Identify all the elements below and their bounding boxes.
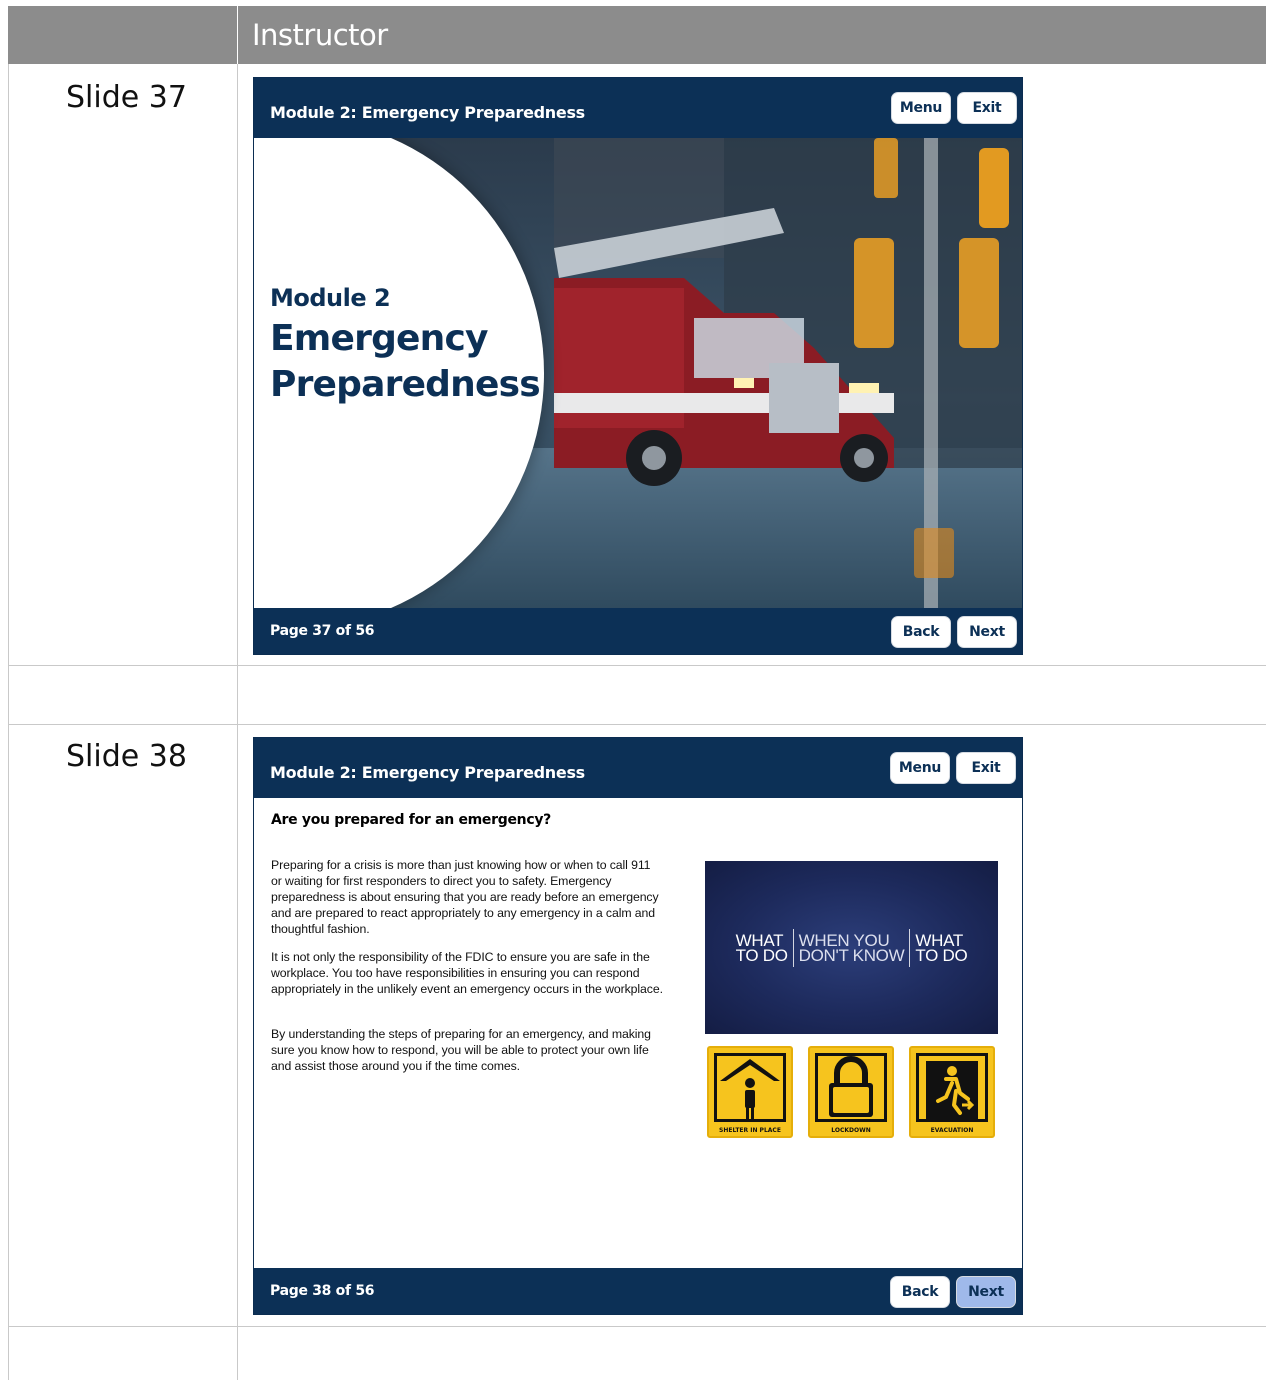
table-header-row	[8, 6, 1266, 64]
menu-button[interactable]: Menu	[891, 92, 951, 124]
video-title-left: WHAT TO DO	[735, 931, 788, 965]
hero-module-number: Module 2	[270, 284, 391, 312]
page-indicator: Page 37 of 56	[270, 623, 375, 639]
menu-button[interactable]: Menu	[890, 752, 950, 784]
video-title-right: WHAT TO DO	[915, 931, 968, 965]
slide-top-bar: Module 2: Emergency Preparedness Menu Ex…	[254, 738, 1022, 798]
row-divider	[8, 665, 1266, 666]
exit-button[interactable]: Exit	[957, 92, 1017, 124]
sign-label-shelter: SHELTER IN PLACE	[719, 1127, 781, 1134]
row-divider	[8, 724, 1266, 725]
table-column-divider	[237, 64, 238, 1380]
lockdown-sign: LOCKDOWN	[808, 1046, 894, 1138]
question-heading: Are you prepared for an emergency?	[271, 812, 551, 828]
row-divider	[8, 1326, 1266, 1327]
slide-label-37: Slide 37	[66, 80, 187, 115]
exit-button[interactable]: Exit	[956, 752, 1016, 784]
module-title: Module 2: Emergency Preparedness	[270, 103, 585, 122]
paragraph-3: By understanding the steps of preparing …	[271, 1027, 651, 1073]
header-divider	[237, 6, 238, 64]
page-indicator: Page 38 of 56	[270, 1283, 375, 1299]
hero-title: Module 2 Emergency Preparedness	[270, 284, 541, 408]
next-button[interactable]: Next	[956, 1276, 1016, 1308]
video-title-divider	[792, 929, 794, 967]
shelter-in-place-sign: SHELTER IN PLACE	[707, 1046, 793, 1138]
slide-bottom-bar: Page 37 of 56 Back Next	[254, 608, 1022, 654]
next-button[interactable]: Next	[957, 616, 1017, 648]
module-title: Module 2: Emergency Preparedness	[270, 763, 585, 782]
hero-title-line-1: Emergency	[270, 318, 489, 359]
slide-bottom-bar: Page 38 of 56 Back Next	[254, 1268, 1022, 1314]
slide-38: Module 2: Emergency Preparedness Menu Ex…	[253, 737, 1023, 1315]
back-button[interactable]: Back	[890, 1276, 950, 1308]
shelter-icon	[720, 1059, 780, 1119]
slide-top-bar: Module 2: Emergency Preparedness Menu Ex…	[254, 78, 1022, 138]
table-header-instructor: Instructor	[252, 18, 388, 52]
hero-title-line-2: Preparedness	[270, 364, 541, 405]
exit-runner-icon	[926, 1061, 978, 1119]
fire-truck-photo: Module 2 Emergency Preparedness	[254, 138, 1022, 610]
paragraph-1: Preparing for a crisis is more than just…	[271, 858, 659, 936]
slide-label-38: Slide 38	[66, 739, 187, 774]
sign-label-evacuation: EVACUATION	[930, 1127, 974, 1134]
table-border-left	[8, 64, 9, 1380]
paragraph-2: It is not only the responsibility of the…	[271, 950, 663, 996]
back-button[interactable]: Back	[891, 616, 951, 648]
video-player[interactable]: WHAT TO DO WHEN YOU DON'T KNOW WHAT TO D…	[705, 861, 998, 1034]
evacuation-sign: EVACUATION	[909, 1046, 995, 1138]
video-title-divider	[909, 929, 911, 967]
video-title: WHAT TO DO WHEN YOU DON'T KNOW WHAT TO D…	[705, 929, 998, 967]
sign-label-lockdown: LOCKDOWN	[831, 1127, 871, 1134]
slide-37: Module 2: Emergency Preparedness Menu Ex…	[253, 77, 1023, 655]
video-title-middle: WHEN YOU DON'T KNOW	[798, 931, 905, 965]
lock-icon	[829, 1056, 873, 1117]
